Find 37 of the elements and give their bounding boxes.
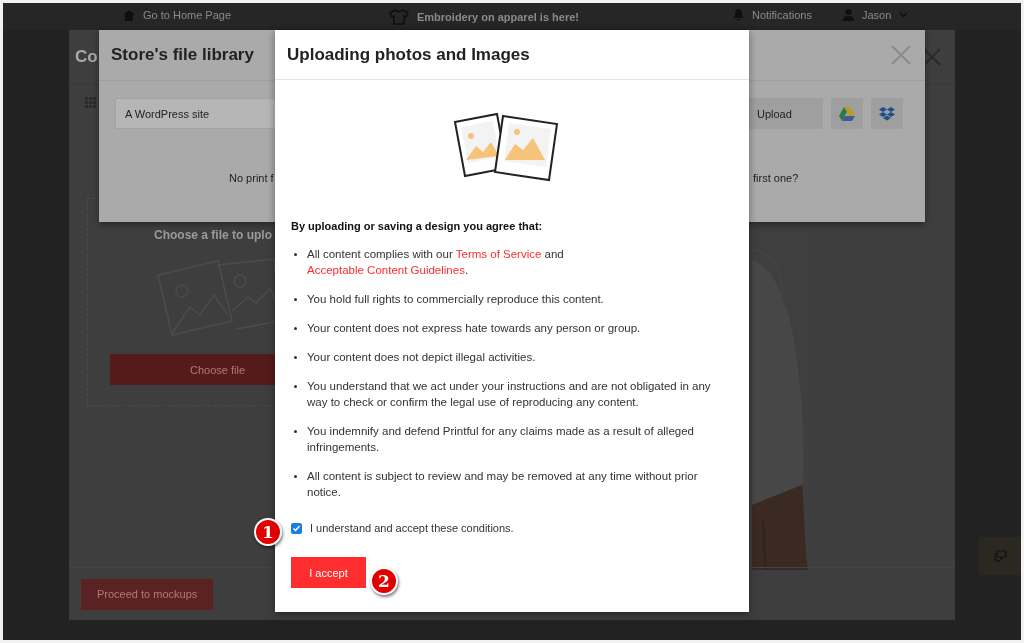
bullet-icon: [294, 385, 297, 388]
terms-link[interactable]: Acceptable Content Guidelines: [307, 264, 465, 276]
agreement-heading: By uploading or saving a design you agree that:: [291, 220, 544, 232]
announcement[interactable]: Embroidery on apparel is here!: [417, 11, 579, 23]
shirt-icon: [389, 9, 409, 25]
bullet-icon: [294, 475, 297, 478]
accept-checkbox[interactable]: [291, 522, 302, 534]
bullet-icon: [294, 327, 297, 330]
modal-title: Co: [75, 47, 98, 67]
bullet-icon: [294, 253, 297, 256]
condition-text: All content complies with our Terms of Service and Acceptable Content Guidelines.: [307, 247, 565, 278]
condition-text: All content is subject to review and may be removed at any time without prior notice.: [307, 469, 699, 500]
drive-icon: [839, 106, 855, 121]
dropbox-icon: [879, 106, 895, 121]
user-menu[interactable]: Jason: [862, 9, 892, 21]
dropbox-button[interactable]: [871, 98, 903, 129]
bullet-icon: [294, 356, 297, 359]
drive-button[interactable]: [831, 98, 863, 129]
modal-title: Store's file library: [111, 45, 254, 65]
bullet-icon: [294, 430, 297, 433]
proceed-button[interactable]: Proceed to mockups: [81, 578, 214, 610]
condition-text: You hold full rights to commercially reproduce this content.: [307, 292, 604, 307]
condition-text: Your content does not express hate towards any person or group.: [307, 321, 641, 336]
chat-icon: [993, 550, 1007, 562]
user-icon: [843, 9, 854, 21]
checkbox-label[interactable]: I understand and accept these conditions.: [310, 522, 514, 534]
dialog-title: Uploading photos and Images: [287, 44, 530, 65]
upload-heading: Choose a file to uplo: [154, 228, 272, 242]
condition-text: You indemnify and defend Printful for any claims made as a result of alleged infringements.: [307, 424, 695, 455]
empty-message: first one?: [753, 172, 799, 184]
empty-message: No print f: [229, 172, 274, 184]
accept-button[interactable]: I accept: [291, 557, 366, 588]
terms-link[interactable]: Terms of Service: [455, 248, 542, 260]
home-icon: [123, 9, 135, 21]
notifications-link[interactable]: Notifications: [752, 9, 812, 21]
home-link[interactable]: Go to Home Page: [143, 9, 232, 21]
bullet-icon: [294, 298, 297, 301]
